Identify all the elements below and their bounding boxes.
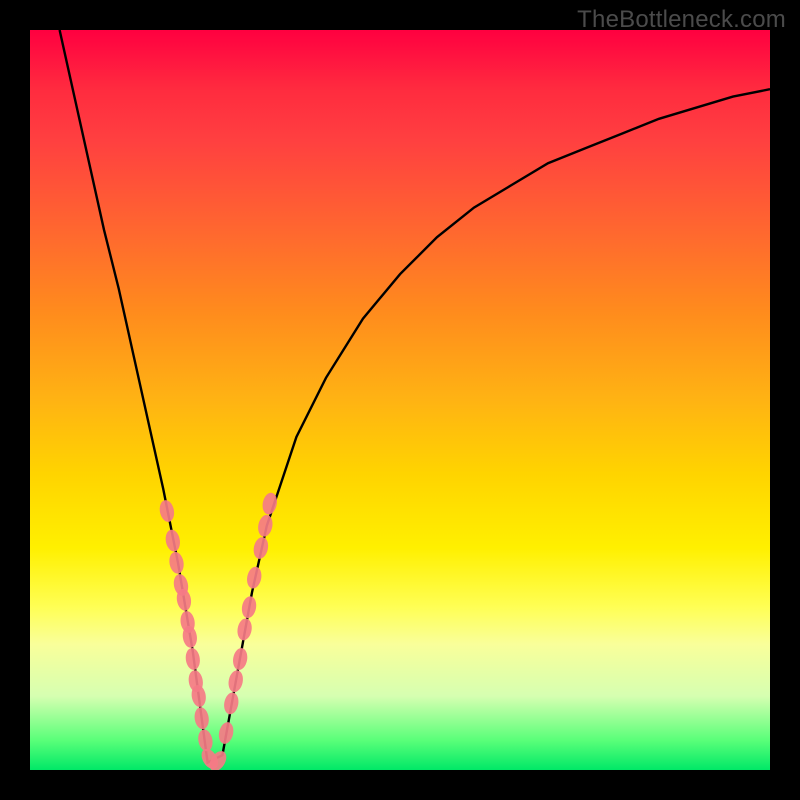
marker-bead [231,647,249,671]
marker-bead [158,499,176,523]
plot-area [30,30,770,770]
bottleneck-curve-svg [30,30,770,770]
marker-bead [164,529,182,553]
marker-bead [245,565,263,589]
marker-bead [252,536,270,560]
marker-cluster [158,491,279,770]
marker-bead [227,669,245,693]
marker-bead [196,728,214,752]
marker-bead [193,706,210,730]
marker-bead [256,514,274,538]
chart-frame: TheBottleneck.com [0,0,800,800]
marker-bead [168,551,186,575]
marker-bead [236,617,254,641]
bottleneck-curve [60,30,770,763]
marker-bead [184,647,201,671]
marker-bead [217,721,236,746]
marker-bead [240,595,258,619]
marker-bead [222,691,240,715]
